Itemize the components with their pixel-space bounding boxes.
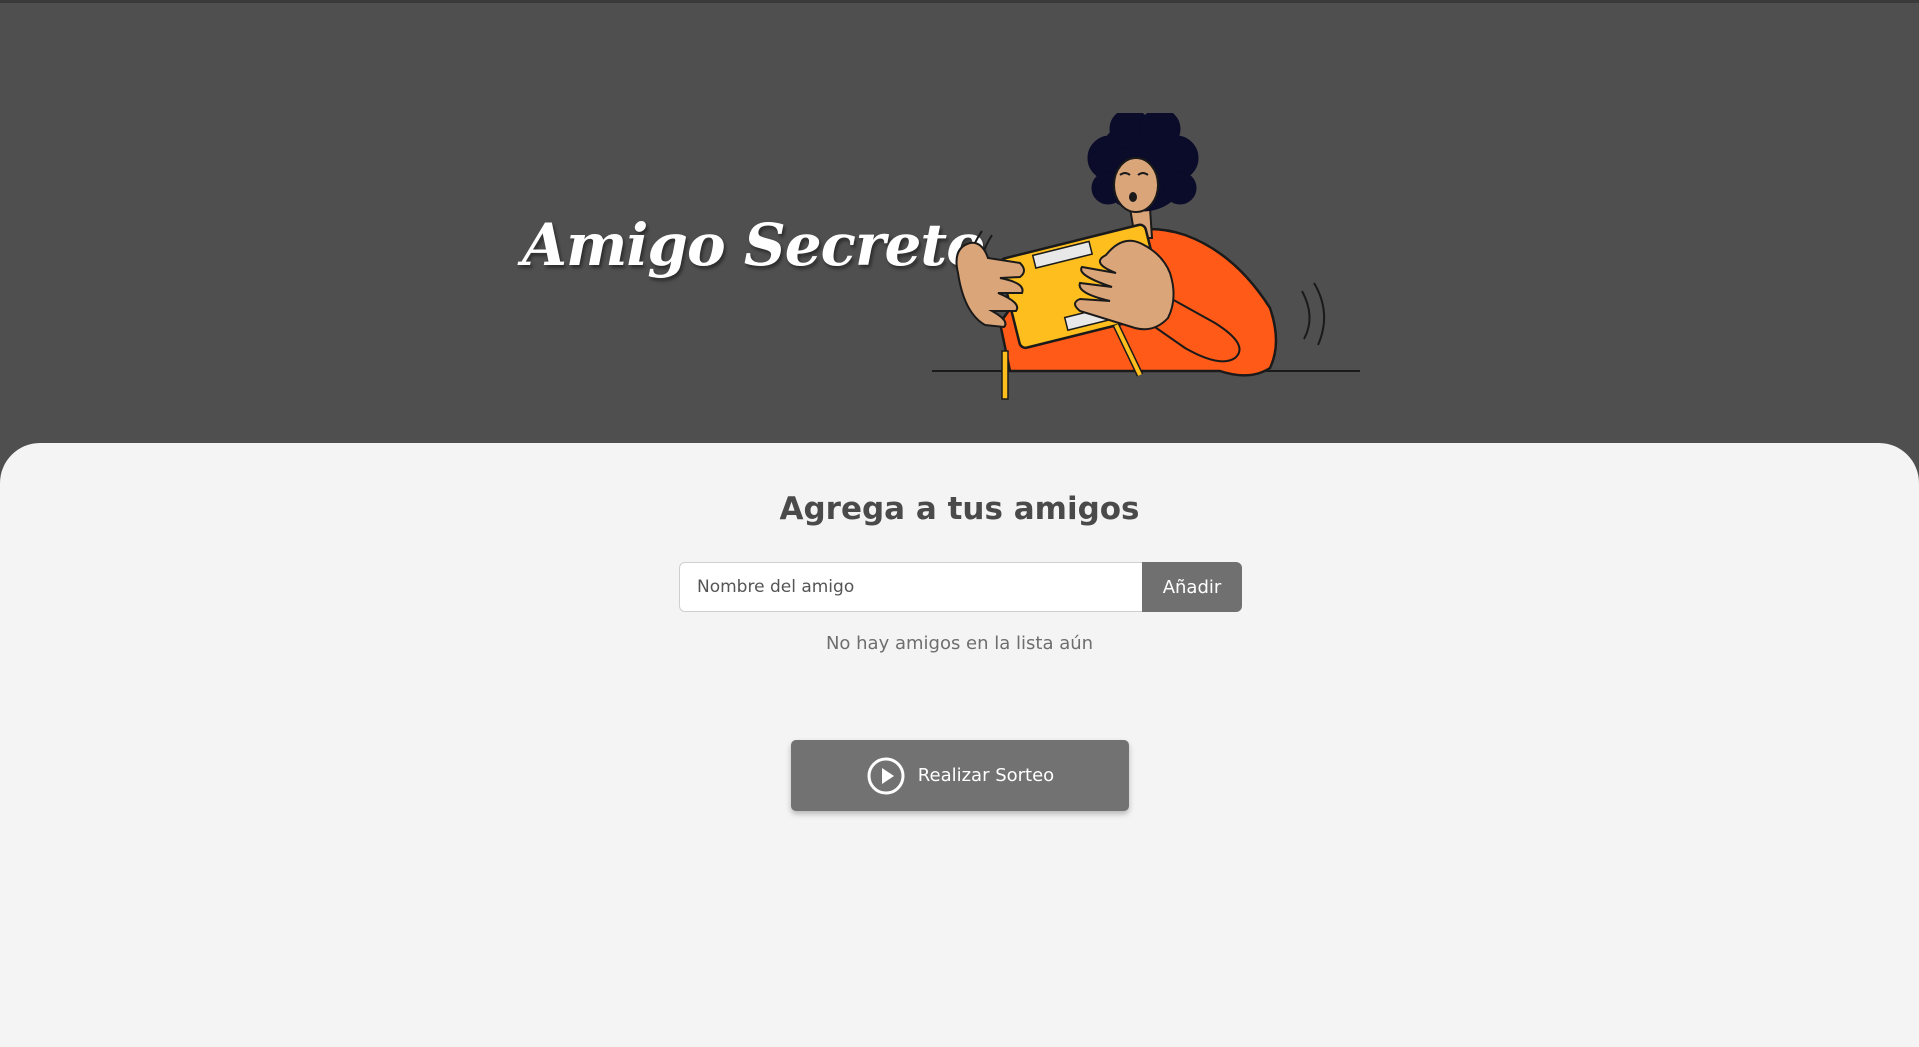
draw-button-label: Realizar Sorteo <box>917 765 1055 786</box>
section-title: Agrega a tus amigos <box>779 491 1140 527</box>
add-friend-button[interactable]: Añadir <box>1142 562 1242 612</box>
person-opening-gift-icon <box>932 113 1360 400</box>
page-title: Amigo Secreto <box>522 211 985 279</box>
page-header: Amigo Secreto <box>0 3 1919 443</box>
add-friend-form: Añadir <box>679 562 1242 612</box>
draw-button[interactable]: Realizar Sorteo <box>791 740 1129 811</box>
play-circle-icon <box>867 757 905 794</box>
empty-list-message: No hay amigos en la lista aún <box>825 633 1094 654</box>
main-panel: Agrega a tus amigos Añadir No hay amigos… <box>0 443 1919 1047</box>
friend-name-input[interactable] <box>679 562 1142 612</box>
